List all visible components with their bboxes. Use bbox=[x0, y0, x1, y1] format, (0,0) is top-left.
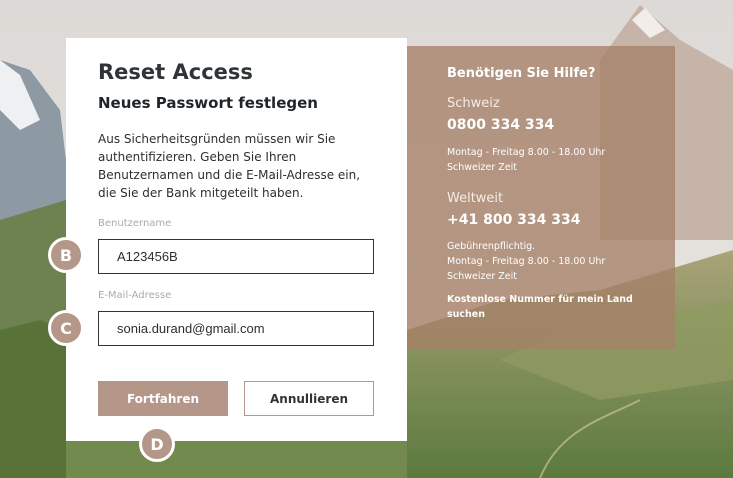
info-worldwide: Gebührenpflichtig. Montag - Freitag 8.00… bbox=[447, 239, 605, 284]
region-switzerland: Schweiz bbox=[447, 96, 500, 111]
free-number-link-line: suchen bbox=[447, 309, 486, 320]
hours-line: Montag - Freitag 8.00 - 18.00 Uhr bbox=[447, 147, 606, 158]
instructions-line: die Sie der Bank mitgeteilt haben. bbox=[98, 186, 304, 200]
region-worldwide: Weltweit bbox=[447, 191, 504, 206]
info-line: Montag - Freitag 8.00 - 18.00 Uhr bbox=[447, 256, 606, 267]
hours-line: Schweizer Zeit bbox=[447, 162, 518, 173]
page-subtitle: Neues Passwort festlegen bbox=[98, 94, 318, 112]
instructions-line: Benutzernamen und die E-Mail-Adresse ein… bbox=[98, 168, 361, 182]
info-line: Schweizer Zeit bbox=[447, 271, 518, 282]
username-label: Benutzername bbox=[98, 218, 172, 229]
email-value: sonia.durand@gmail.com bbox=[117, 321, 265, 336]
marker-c: C bbox=[48, 310, 84, 346]
help-title: Benötigen Sie Hilfe? bbox=[447, 66, 596, 81]
continue-button[interactable]: Fortfahren bbox=[98, 381, 228, 416]
reset-access-card: Reset Access Neues Passwort festlegen Au… bbox=[66, 38, 407, 441]
page-title: Reset Access bbox=[98, 60, 253, 84]
username-field[interactable]: A123456B bbox=[98, 239, 374, 274]
phone-worldwide[interactable]: +41 800 334 334 bbox=[447, 212, 581, 228]
cancel-button[interactable]: Annullieren bbox=[244, 381, 374, 416]
free-number-link[interactable]: Kostenlose Nummer für mein Land suchen bbox=[447, 292, 633, 322]
help-panel: Benötigen Sie Hilfe? Schweiz 0800 334 33… bbox=[407, 46, 675, 349]
phone-switzerland[interactable]: 0800 334 334 bbox=[447, 117, 554, 133]
free-number-link-line: Kostenlose Nummer für mein Land bbox=[447, 294, 633, 305]
marker-d: D bbox=[139, 426, 175, 462]
hours-switzerland: Montag - Freitag 8.00 - 18.00 Uhr Schwei… bbox=[447, 145, 605, 175]
info-line: Gebührenpflichtig. bbox=[447, 241, 536, 252]
username-value: A123456B bbox=[117, 249, 178, 264]
email-field[interactable]: sonia.durand@gmail.com bbox=[98, 311, 374, 346]
instructions-line: Aus Sicherheitsgründen müssen wir Sie bbox=[98, 132, 336, 146]
marker-b: B bbox=[48, 237, 84, 273]
email-label: E-Mail-Adresse bbox=[98, 290, 172, 301]
instructions-line: authentifizieren. Geben Sie Ihren bbox=[98, 150, 297, 164]
instructions-text: Aus Sicherheitsgründen müssen wir Sie au… bbox=[98, 130, 378, 202]
